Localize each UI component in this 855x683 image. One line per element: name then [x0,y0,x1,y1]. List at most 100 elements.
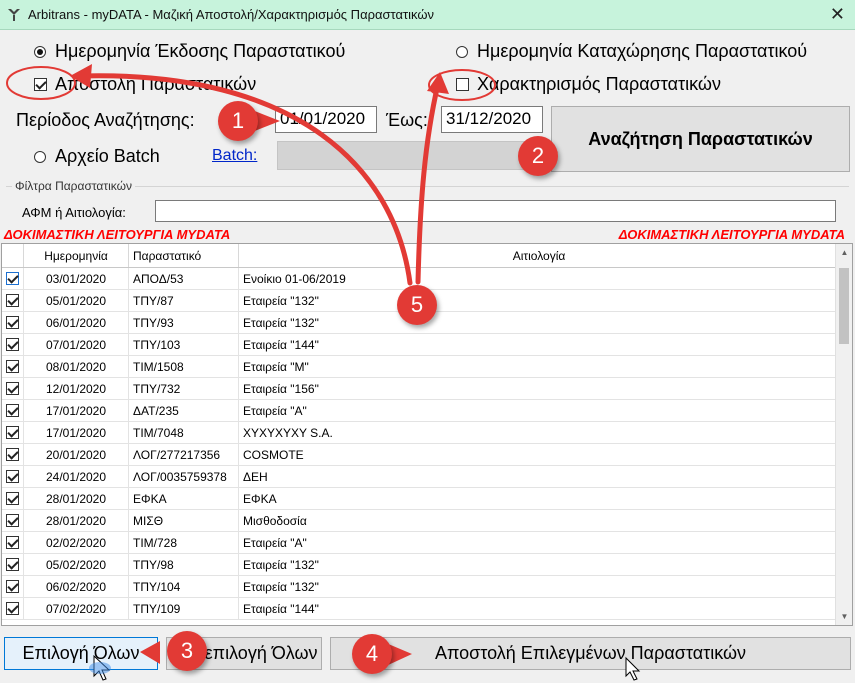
date-from-input[interactable]: 01/01/2020 [275,106,377,133]
row-select-cell[interactable] [2,290,24,311]
radio-register-date[interactable]: Ημερομηνία Καταχώρησης Παραστατικού [456,41,807,62]
row-select-cell[interactable] [2,466,24,487]
row-document: ΤΙΜ/728 [129,532,239,553]
table-row[interactable]: 28/01/2020 ΕΦΚΑ ΕΦΚΑ [2,488,836,510]
row-document: ΤΠΥ/98 [129,554,239,575]
batch-link[interactable]: Batch: [212,147,257,165]
table-row[interactable]: 17/01/2020 ΤΙΜ/7048 XYXYXYXY S.A. [2,422,836,444]
row-select-cell[interactable] [2,598,24,619]
row-checkbox-checked-icon[interactable] [6,514,19,527]
row-select-cell[interactable] [2,532,24,553]
row-date: 28/01/2020 [24,510,129,531]
radio-batch[interactable]: Αρχείο Batch [34,146,160,167]
row-reason: COSMOTE [239,444,836,465]
row-select-cell[interactable] [2,444,24,465]
table-row[interactable]: 07/02/2020 ΤΠΥ/109 Εταιρεία "144" [2,598,836,620]
row-document: ΛΟΓ/277217356 [129,444,239,465]
row-date: 08/01/2020 [24,356,129,377]
table-row[interactable]: 20/01/2020 ΛΟΓ/277217356 COSMOTE [2,444,836,466]
row-checkbox-checked-icon[interactable] [6,470,19,483]
row-date: 02/02/2020 [24,532,129,553]
checkbox-characterize[interactable]: Χαρακτηρισμός Παραστατικών [456,74,721,95]
row-select-cell[interactable] [2,356,24,377]
row-checkbox-checked-icon[interactable] [6,536,19,549]
row-document: ΤΠΥ/93 [129,312,239,333]
row-checkbox-checked-icon[interactable] [6,316,19,329]
table-scrollbar[interactable]: ▲ ▼ [835,244,852,625]
row-date: 06/02/2020 [24,576,129,597]
select-all-button[interactable]: Επιλογή Όλων [4,637,158,670]
row-select-cell[interactable] [2,576,24,597]
row-document: ΛΟΓ/0035759378 [129,466,239,487]
row-reason: Εταιρεία "144" [239,598,836,619]
row-select-cell[interactable] [2,312,24,333]
row-select-cell[interactable] [2,422,24,443]
row-checkbox-checked-icon[interactable] [6,382,19,395]
row-checkbox-checked-icon[interactable] [6,448,19,461]
radio-issue-date[interactable]: Ημερομηνία Έκδοσης Παραστατικού [34,41,345,62]
row-checkbox-checked-icon[interactable] [6,294,19,307]
row-select-cell[interactable] [2,400,24,421]
search-button[interactable]: Αναζήτηση Παραστατικών [551,106,850,172]
afm-search-input[interactable] [155,200,836,222]
row-reason: Μισθοδοσία [239,510,836,531]
row-date: 05/01/2020 [24,290,129,311]
row-reason: Εταιρεία "156" [239,378,836,399]
row-select-cell[interactable] [2,268,24,289]
row-document: ΕΦΚΑ [129,488,239,509]
checkbox-send[interactable]: Αποστολή Παραστατικών [34,74,256,95]
send-selected-button[interactable]: Αποστολή Επιλεγμένων Παραστατικών [330,637,851,670]
row-reason: Εταιρεία "Α" [239,532,836,553]
row-reason: Εταιρεία "132" [239,290,836,311]
checkbox-unchecked-icon [456,78,469,91]
row-checkbox-checked-icon[interactable] [6,426,19,439]
row-date: 06/01/2020 [24,312,129,333]
row-document: ΤΠΥ/732 [129,378,239,399]
row-reason: Εταιρεία "132" [239,554,836,575]
row-select-cell[interactable] [2,488,24,509]
date-to-input[interactable]: 31/12/2020 [441,106,543,133]
row-reason: Εταιρεία "Α" [239,400,836,421]
table-row[interactable]: 08/01/2020 ΤΙΜ/1508 Εταιρεία "Μ" [2,356,836,378]
row-select-cell[interactable] [2,554,24,575]
callout-badge-1: 1 [218,101,258,141]
table-header-date[interactable]: Ημερομηνία [24,244,129,267]
row-select-cell[interactable] [2,378,24,399]
callout-badge-3: 3 [167,631,207,671]
scroll-down-icon[interactable]: ▼ [836,608,852,625]
row-checkbox-checked-icon[interactable] [6,602,19,615]
row-reason: XYXYXYXY S.A. [239,422,836,443]
row-checkbox-checked-icon[interactable] [6,492,19,505]
period-label: Περίοδος Αναζήτησης: [16,110,195,130]
table-header-reason[interactable]: Αιτιολογία [239,244,836,267]
row-document: ΜΙΣΘ [129,510,239,531]
table-row[interactable]: 24/01/2020 ΛΟΓ/0035759378 ΔΕΗ [2,466,836,488]
table-row[interactable]: 17/01/2020 ΔΑΤ/235 Εταιρεία "Α" [2,400,836,422]
afm-label: ΑΦΜ ή Αιτιολογία: [22,205,126,220]
table-row[interactable]: 12/01/2020 ΤΠΥ/732 Εταιρεία "156" [2,378,836,400]
table-row[interactable]: 02/02/2020 ΤΙΜ/728 Εταιρεία "Α" [2,532,836,554]
row-date: 20/01/2020 [24,444,129,465]
table-row[interactable]: 05/02/2020 ΤΠΥ/98 Εταιρεία "132" [2,554,836,576]
table-header-document[interactable]: Παραστατικό [129,244,239,267]
row-checkbox-checked-icon[interactable] [6,360,19,373]
table-row[interactable]: 06/02/2020 ΤΠΥ/104 Εταιρεία "132" [2,576,836,598]
row-checkbox-checked-icon[interactable] [6,580,19,593]
close-icon[interactable]: ✕ [830,4,845,25]
row-date: 07/02/2020 [24,598,129,619]
scroll-thumb[interactable] [839,268,849,344]
radio-selected-icon [34,45,46,58]
table-row[interactable]: 28/01/2020 ΜΙΣΘ Μισθοδοσία [2,510,836,532]
row-checkbox-checked-icon[interactable] [6,558,19,571]
row-checkbox-checked-icon[interactable] [6,338,19,351]
row-document: ΤΠΥ/103 [129,334,239,355]
row-date: 24/01/2020 [24,466,129,487]
scroll-up-icon[interactable]: ▲ [836,244,852,261]
row-select-cell[interactable] [2,334,24,355]
row-reason: Εταιρεία "132" [239,576,836,597]
row-date: 03/01/2020 [24,268,129,289]
table-row[interactable]: 07/01/2020 ΤΠΥ/103 Εταιρεία "144" [2,334,836,356]
row-checkbox-checked-icon[interactable] [6,272,19,285]
row-checkbox-checked-icon[interactable] [6,404,19,417]
row-select-cell[interactable] [2,510,24,531]
